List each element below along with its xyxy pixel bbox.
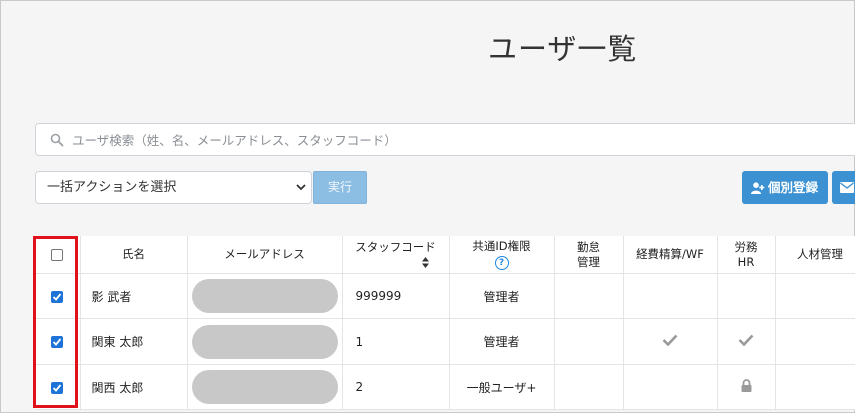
bulk-action-selected: 一括アクションを選択 (47, 180, 177, 195)
execute-button[interactable]: 実行 (313, 171, 367, 204)
talent-cell (775, 364, 855, 410)
header-talent[interactable]: 人材管理 (775, 236, 855, 274)
header-staff-code-label: スタッフコード (355, 239, 436, 254)
sort-icon[interactable] (422, 256, 429, 268)
add-user-button[interactable]: 個別登録 (742, 171, 828, 204)
add-user-label: 個別登録 (768, 180, 819, 195)
header-name[interactable]: 氏名 (80, 236, 188, 274)
user-plus-icon (751, 182, 765, 194)
redacted-email (191, 370, 338, 404)
talent-cell (775, 273, 855, 319)
header-labor-hr[interactable]: 労務HR (717, 236, 776, 274)
user-name: 影 武者 (80, 273, 188, 319)
email-cell (187, 318, 343, 365)
redacted-email (191, 279, 338, 313)
header-staff-code[interactable]: スタッフコード (342, 236, 450, 274)
attendance-cell (554, 364, 624, 410)
check-icon (738, 334, 754, 347)
labor-cell (717, 364, 776, 410)
staff-code: 2 (342, 364, 450, 410)
check-icon (662, 334, 678, 347)
labor-cell (717, 318, 776, 365)
user-table: 氏名 メールアドレス スタッフコード 共通ID権限 ? 勤怠管理 経費精算/WF… (35, 236, 855, 410)
email-cell (187, 273, 343, 319)
staff-code: 1 (342, 318, 450, 365)
redacted-email (191, 324, 338, 359)
expense-cell (623, 273, 718, 319)
user-name: 関東 太郎 (80, 318, 188, 365)
table-header-row: 氏名 メールアドレス スタッフコード 共通ID権限 ? 勤怠管理 経費精算/WF… (35, 236, 855, 274)
labor-cell (717, 273, 776, 319)
permission: 管理者 (449, 318, 555, 365)
table-row[interactable]: 影 武者 999999 管理者 (35, 273, 855, 319)
highlight-box (33, 236, 78, 408)
search-icon (50, 133, 64, 147)
email-cell (187, 364, 343, 410)
table-row[interactable]: 関東 太郎 1 管理者 (35, 318, 855, 365)
search-input[interactable] (70, 124, 834, 157)
staff-code: 999999 (342, 273, 450, 319)
table-row[interactable]: 関西 太郎 2 一般ユーザ+ (35, 364, 855, 410)
header-shared-id-label: 共通ID権限 (472, 239, 531, 253)
chevron-down-icon (296, 184, 306, 191)
lock-icon (741, 379, 751, 392)
header-email[interactable]: メールアドレス (187, 236, 343, 274)
talent-cell (775, 318, 855, 365)
bulk-action-select[interactable]: 一括アクションを選択 (35, 171, 312, 204)
header-shared-id[interactable]: 共通ID権限 ? (449, 236, 555, 274)
search-box[interactable] (35, 123, 855, 157)
expense-cell (623, 318, 718, 365)
attendance-cell (554, 318, 624, 365)
mail-button[interactable] (832, 171, 855, 204)
envelope-icon (840, 182, 854, 193)
attendance-cell (554, 273, 624, 319)
permission: 管理者 (449, 273, 555, 319)
expense-cell (623, 364, 718, 410)
header-attendance[interactable]: 勤怠管理 (554, 236, 624, 274)
page-title: ユーザ一覧 (488, 32, 638, 66)
header-expense[interactable]: 経費精算/WF (623, 236, 718, 274)
help-icon[interactable]: ? (494, 256, 509, 270)
user-name: 関西 太郎 (80, 364, 188, 410)
permission: 一般ユーザ+ (449, 364, 555, 410)
